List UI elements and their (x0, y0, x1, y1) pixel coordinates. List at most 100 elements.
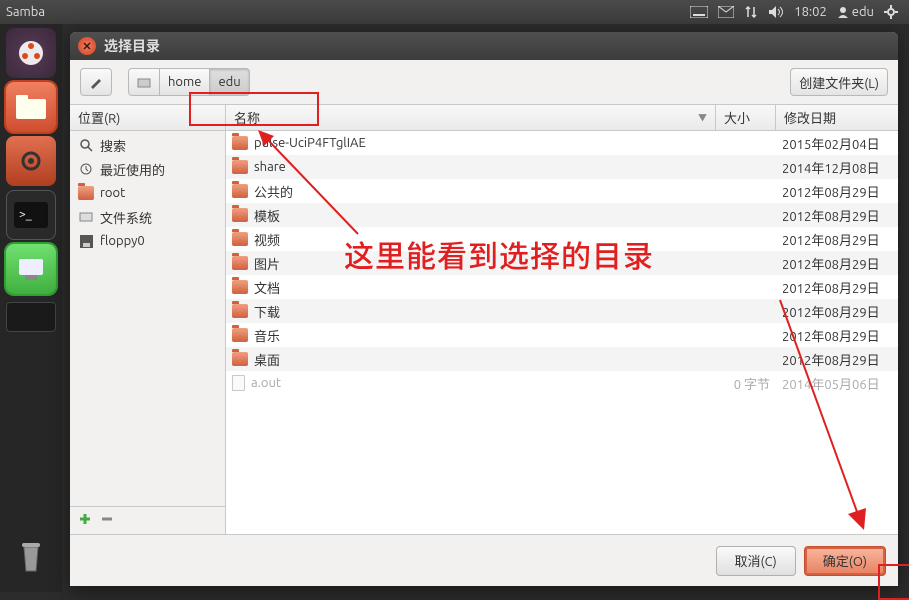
cancel-button[interactable]: 取消(C) (716, 546, 796, 576)
file-name: a.out (251, 376, 281, 390)
sidebar-header: 位置(R) (70, 105, 225, 131)
file-row[interactable]: share 2014年12月08日 (226, 155, 898, 179)
search-icon (78, 137, 94, 153)
sidebar-list: 搜索 最近使用的 root 文件系统 floppy0 (70, 131, 225, 506)
file-row[interactable]: 公共的 2012年08月29日 (226, 179, 898, 203)
launcher-workspace[interactable] (6, 302, 56, 332)
file-row[interactable]: 下载 2012年08月29日 (226, 299, 898, 323)
path-bar: home edu (128, 68, 250, 96)
network-icon[interactable] (744, 5, 758, 19)
keyboard-icon[interactable] (690, 6, 708, 18)
sidebar-item-label: floppy0 (100, 234, 145, 248)
folder-icon (232, 352, 248, 366)
file-row[interactable]: a.out 0 字节2014年05月06日 (226, 371, 898, 395)
file-name: 文档 (254, 278, 280, 297)
path-root-button[interactable] (128, 68, 160, 96)
file-name: 公共的 (254, 182, 293, 201)
file-name: 图片 (254, 254, 280, 273)
sidebar-item-recent[interactable]: 最近使用的 (70, 157, 225, 181)
folder-icon (78, 185, 94, 201)
top-panel: Samba 18:02 edu (0, 0, 909, 24)
svg-text:>_: >_ (19, 208, 32, 221)
file-row[interactable]: 视频 2012年08月29日 (226, 227, 898, 251)
folder-icon (232, 136, 248, 150)
launcher-samba[interactable] (6, 244, 56, 294)
mail-icon[interactable] (718, 6, 734, 18)
sidebar-item-label: 搜索 (100, 136, 126, 155)
file-chooser-dialog: ✕ 选择目录 home edu 创建文件夹(L) 位置(R) 搜索 最近使用的 … (70, 32, 898, 586)
floppy-icon (78, 233, 94, 249)
gear-icon[interactable] (884, 5, 898, 19)
sort-indicator-icon: ▼ (698, 111, 707, 124)
folder-icon (232, 328, 248, 342)
sidebar-item-search[interactable]: 搜索 (70, 133, 225, 157)
unity-launcher: >_ (0, 24, 62, 592)
sidebar-footer (70, 506, 225, 534)
file-name: 桌面 (254, 350, 280, 369)
close-icon[interactable]: ✕ (78, 37, 96, 55)
file-row[interactable]: 桌面2012年08月29日 (226, 347, 898, 371)
sidebar-item-label: 最近使用的 (100, 160, 165, 179)
app-title: Samba (6, 5, 45, 19)
column-size[interactable]: 大小 (716, 105, 776, 130)
file-date: 2012年08月29日 (776, 230, 898, 249)
user-menu[interactable]: edu (837, 5, 874, 19)
sidebar-item-label: 文件系统 (100, 208, 152, 227)
file-icon (232, 375, 245, 391)
file-list-header: 名称▼ 大小 修改日期 (226, 105, 898, 131)
file-name: 下载 (254, 302, 280, 321)
launcher-files[interactable] (6, 82, 56, 132)
places-sidebar: 位置(R) 搜索 最近使用的 root 文件系统 floppy0 (70, 105, 226, 534)
sidebar-item-filesystem[interactable]: 文件系统 (70, 205, 225, 229)
recent-icon (78, 161, 94, 177)
ok-button[interactable]: 确定(O) (804, 546, 886, 576)
column-name[interactable]: 名称▼ (226, 105, 716, 130)
remove-bookmark-icon[interactable] (100, 512, 114, 530)
file-row[interactable]: 音乐2012年08月29日 (226, 323, 898, 347)
file-date: 2014年12月08日 (776, 158, 898, 177)
file-date: 2012年08月29日 (776, 326, 898, 345)
launcher-dash[interactable] (6, 28, 56, 78)
file-row[interactable]: 文档 2012年08月29日 (226, 275, 898, 299)
add-bookmark-icon[interactable] (78, 512, 92, 530)
dialog-footer: 取消(C) 确定(O) (70, 534, 898, 586)
volume-icon[interactable] (768, 5, 784, 19)
file-size: 0 字节 (716, 374, 776, 393)
edit-path-button[interactable] (80, 68, 112, 96)
file-row[interactable]: 模板 2012年08月29日 (226, 203, 898, 227)
file-date: 2012年08月29日 (776, 278, 898, 297)
file-name: share (254, 160, 286, 174)
user-name: edu (852, 5, 874, 19)
drive-icon (78, 209, 94, 225)
sidebar-item-root[interactable]: root (70, 181, 225, 205)
clock[interactable]: 18:02 (794, 5, 827, 19)
create-folder-button[interactable]: 创建文件夹(L) (790, 68, 888, 96)
file-date: 2012年08月29日 (776, 206, 898, 225)
file-date: 2012年08月29日 (776, 302, 898, 321)
path-segment-home[interactable]: home (159, 68, 210, 96)
folder-icon (232, 256, 248, 270)
column-date[interactable]: 修改日期 (776, 105, 898, 130)
file-date: 2015年02月04日 (776, 134, 898, 153)
folder-icon (232, 160, 248, 174)
launcher-terminal[interactable]: >_ (6, 190, 56, 240)
folder-icon (232, 208, 248, 222)
file-list: 名称▼ 大小 修改日期 pulse-UciP4FTglIAE2015年02月04… (226, 105, 898, 534)
path-segment-edu[interactable]: edu (209, 68, 249, 96)
sidebar-item-floppy[interactable]: floppy0 (70, 229, 225, 253)
file-row[interactable]: pulse-UciP4FTglIAE2015年02月04日 (226, 131, 898, 155)
dialog-titlebar[interactable]: ✕ 选择目录 (70, 32, 898, 60)
folder-icon (232, 184, 248, 198)
folder-icon (232, 232, 248, 246)
file-date: 2012年08月29日 (776, 254, 898, 273)
file-date: 2014年05月06日 (776, 374, 898, 393)
launcher-trash[interactable] (6, 532, 56, 582)
dialog-title: 选择目录 (104, 36, 160, 56)
file-date: 2012年08月29日 (776, 182, 898, 201)
file-name: 视频 (254, 230, 280, 249)
file-row[interactable]: 图片 2012年08月29日 (226, 251, 898, 275)
launcher-settings[interactable] (6, 136, 56, 186)
folder-icon (232, 304, 248, 318)
file-list-body[interactable]: pulse-UciP4FTglIAE2015年02月04日 share 2014年1… (226, 131, 898, 534)
file-name: 模板 (254, 206, 280, 225)
